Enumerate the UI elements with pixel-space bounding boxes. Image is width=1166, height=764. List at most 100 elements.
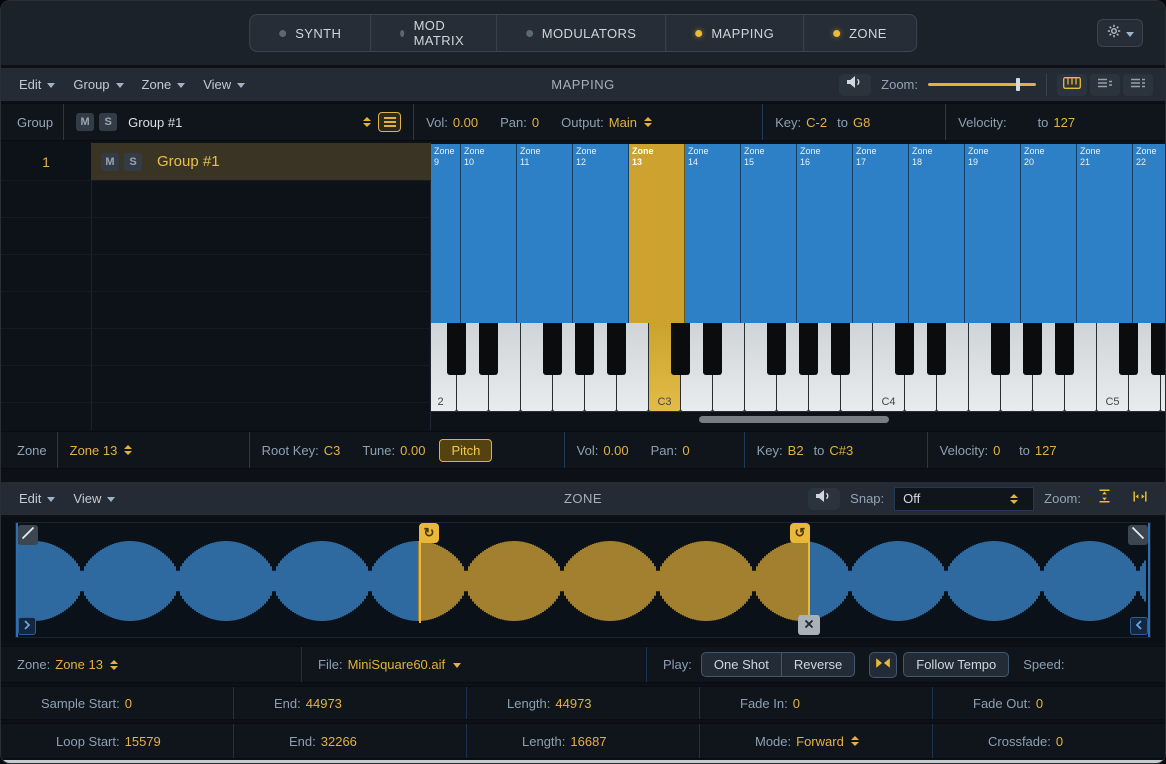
black-key[interactable] <box>543 323 562 375</box>
fade-out-value[interactable]: 0 <box>1036 696 1043 711</box>
settings-button[interactable] <box>1097 19 1143 47</box>
fade-in-handle[interactable] <box>18 525 38 545</box>
zone-zone-12[interactable]: Zone12 <box>573 144 629 323</box>
clear-loop-button[interactable] <box>798 615 820 635</box>
black-key[interactable] <box>895 323 914 375</box>
zone-name-value[interactable]: Zone 13 <box>70 443 118 458</box>
sample-end-marker[interactable] <box>1148 523 1150 637</box>
black-key[interactable] <box>607 323 626 375</box>
loop-mode-cell[interactable]: Mode: Forward <box>699 724 932 758</box>
loop-start-handle[interactable]: ↻ <box>419 523 439 543</box>
view-keyboard-button[interactable] <box>1057 74 1087 96</box>
sample-length-value[interactable]: 44973 <box>555 696 591 711</box>
black-key[interactable] <box>991 323 1010 375</box>
black-key[interactable] <box>671 323 690 375</box>
zone-zone-19[interactable]: Zone19 <box>965 144 1021 323</box>
group-mute-button[interactable]: M <box>76 113 94 131</box>
loop-end-handle[interactable]: ↺ <box>790 523 810 543</box>
mapping-zoom-slider[interactable] <box>928 83 1036 86</box>
zone-dropdown-cell[interactable]: Zone: Zone 13 <box>1 647 301 682</box>
black-key[interactable] <box>447 323 466 375</box>
file-cell[interactable]: File: MiniSquare60.aif <box>301 647 646 682</box>
keyboard-scrollbar[interactable] <box>431 414 1166 425</box>
zone-zone-18[interactable]: Zone18 <box>909 144 965 323</box>
updown-chevron-icon[interactable] <box>363 117 371 127</box>
black-key[interactable] <box>831 323 850 375</box>
group-select-cell[interactable]: M S Group #1 <box>63 104 413 140</box>
menu-view[interactable]: View <box>203 77 245 92</box>
fade-in-value[interactable]: 0 <box>793 696 800 711</box>
loop-mode-button[interactable] <box>869 652 897 678</box>
tab-mapping[interactable]: MAPPING <box>666 15 804 51</box>
zone-zone-22[interactable]: Zone22 <box>1133 144 1166 323</box>
loop-end-value[interactable]: 32266 <box>321 734 357 749</box>
tab-zone[interactable]: ZONE <box>804 15 916 51</box>
list-mute-button[interactable]: M <box>101 153 119 171</box>
loop-start-line[interactable] <box>419 540 421 623</box>
group-velocity-high-value[interactable]: 127 <box>1053 115 1075 130</box>
audition-button[interactable] <box>839 74 871 96</box>
zone-zone-20[interactable]: Zone20 <box>1021 144 1077 323</box>
loop-length-value[interactable]: 16687 <box>570 734 606 749</box>
zone-zone-14[interactable]: Zone14 <box>685 144 741 323</box>
black-key[interactable] <box>1055 323 1074 375</box>
black-key[interactable] <box>479 323 498 375</box>
zone-zone-10[interactable]: Zone10 <box>461 144 517 323</box>
snap-dropdown[interactable]: Off <box>894 487 1034 511</box>
pitch-toggle-button[interactable]: Pitch <box>439 439 492 462</box>
tab-synth[interactable]: SYNTH <box>250 15 371 51</box>
zoom-slider-thumb[interactable] <box>1016 78 1020 91</box>
black-key[interactable] <box>799 323 818 375</box>
list-solo-button[interactable]: S <box>124 153 142 171</box>
mode-value[interactable]: Forward <box>796 734 844 749</box>
follow-tempo-button[interactable]: Follow Tempo <box>903 652 1009 677</box>
menu-view[interactable]: View <box>73 491 115 506</box>
zone-zone-11[interactable]: Zone11 <box>517 144 573 323</box>
updown-chevron-icon[interactable] <box>110 660 118 670</box>
reverse-button[interactable]: Reverse <box>782 652 855 677</box>
sample-end-value[interactable]: 44973 <box>306 696 342 711</box>
tab-modulators[interactable]: MODULATORS <box>497 15 667 51</box>
zone-zone-15[interactable]: Zone15 <box>741 144 797 323</box>
scroll-right-button[interactable] <box>1130 617 1148 635</box>
horizontal-zoom-button[interactable] <box>1127 488 1153 510</box>
menu-zone[interactable]: Zone <box>142 77 186 92</box>
loop-end-line[interactable] <box>808 540 810 623</box>
tune-value[interactable]: 0.00 <box>400 443 425 458</box>
loop-start-value[interactable]: 15579 <box>125 734 161 749</box>
window-resize-edge[interactable] <box>1 760 1165 763</box>
black-key[interactable] <box>767 323 786 375</box>
zone-key-high-value[interactable]: C#3 <box>829 443 853 458</box>
scroll-left-button[interactable] <box>18 617 36 635</box>
updown-chevron-icon[interactable] <box>644 117 652 127</box>
zone-select-cell[interactable]: Zone 13 <box>57 432 249 468</box>
fade-out-handle[interactable] <box>1128 525 1148 545</box>
zone-zone-9[interactable]: Zone9 <box>431 144 461 323</box>
sample-start-value[interactable]: 0 <box>125 696 132 711</box>
chevron-down-icon[interactable] <box>453 663 461 668</box>
zone-zone-13[interactable]: Zone13 <box>629 144 685 323</box>
vertical-zoom-button[interactable] <box>1091 488 1117 510</box>
group-list-row[interactable]: 1 M S Group #1 <box>1 143 431 180</box>
zone-velocity-low-value[interactable]: 0 <box>993 443 1009 458</box>
black-key[interactable] <box>1119 323 1138 375</box>
view-zone-button[interactable] <box>1123 74 1153 96</box>
group-key-low-value[interactable]: C-2 <box>806 115 827 130</box>
zone-zone-16[interactable]: Zone16 <box>797 144 853 323</box>
group-name-value[interactable]: Group #1 <box>128 115 182 130</box>
black-key[interactable] <box>703 323 722 375</box>
crossfade-value[interactable]: 0 <box>1056 734 1063 749</box>
group-pan-value[interactable]: 0 <box>532 115 539 130</box>
root-key-value[interactable]: C3 <box>324 443 341 458</box>
audition-button[interactable] <box>808 488 840 510</box>
black-key[interactable] <box>1151 323 1166 375</box>
menu-edit[interactable]: Edit <box>19 77 55 92</box>
zone-vol-value[interactable]: 0.00 <box>603 443 628 458</box>
group-menu-button[interactable] <box>378 112 401 132</box>
wave-panel[interactable]: ↻ ↺ <box>15 522 1151 638</box>
one-shot-button[interactable]: One Shot <box>701 652 782 677</box>
black-key[interactable] <box>575 323 594 375</box>
view-group-button[interactable] <box>1090 74 1120 96</box>
file-value[interactable]: MiniSquare60.aif <box>348 657 446 672</box>
zone-value[interactable]: Zone 13 <box>55 657 103 672</box>
